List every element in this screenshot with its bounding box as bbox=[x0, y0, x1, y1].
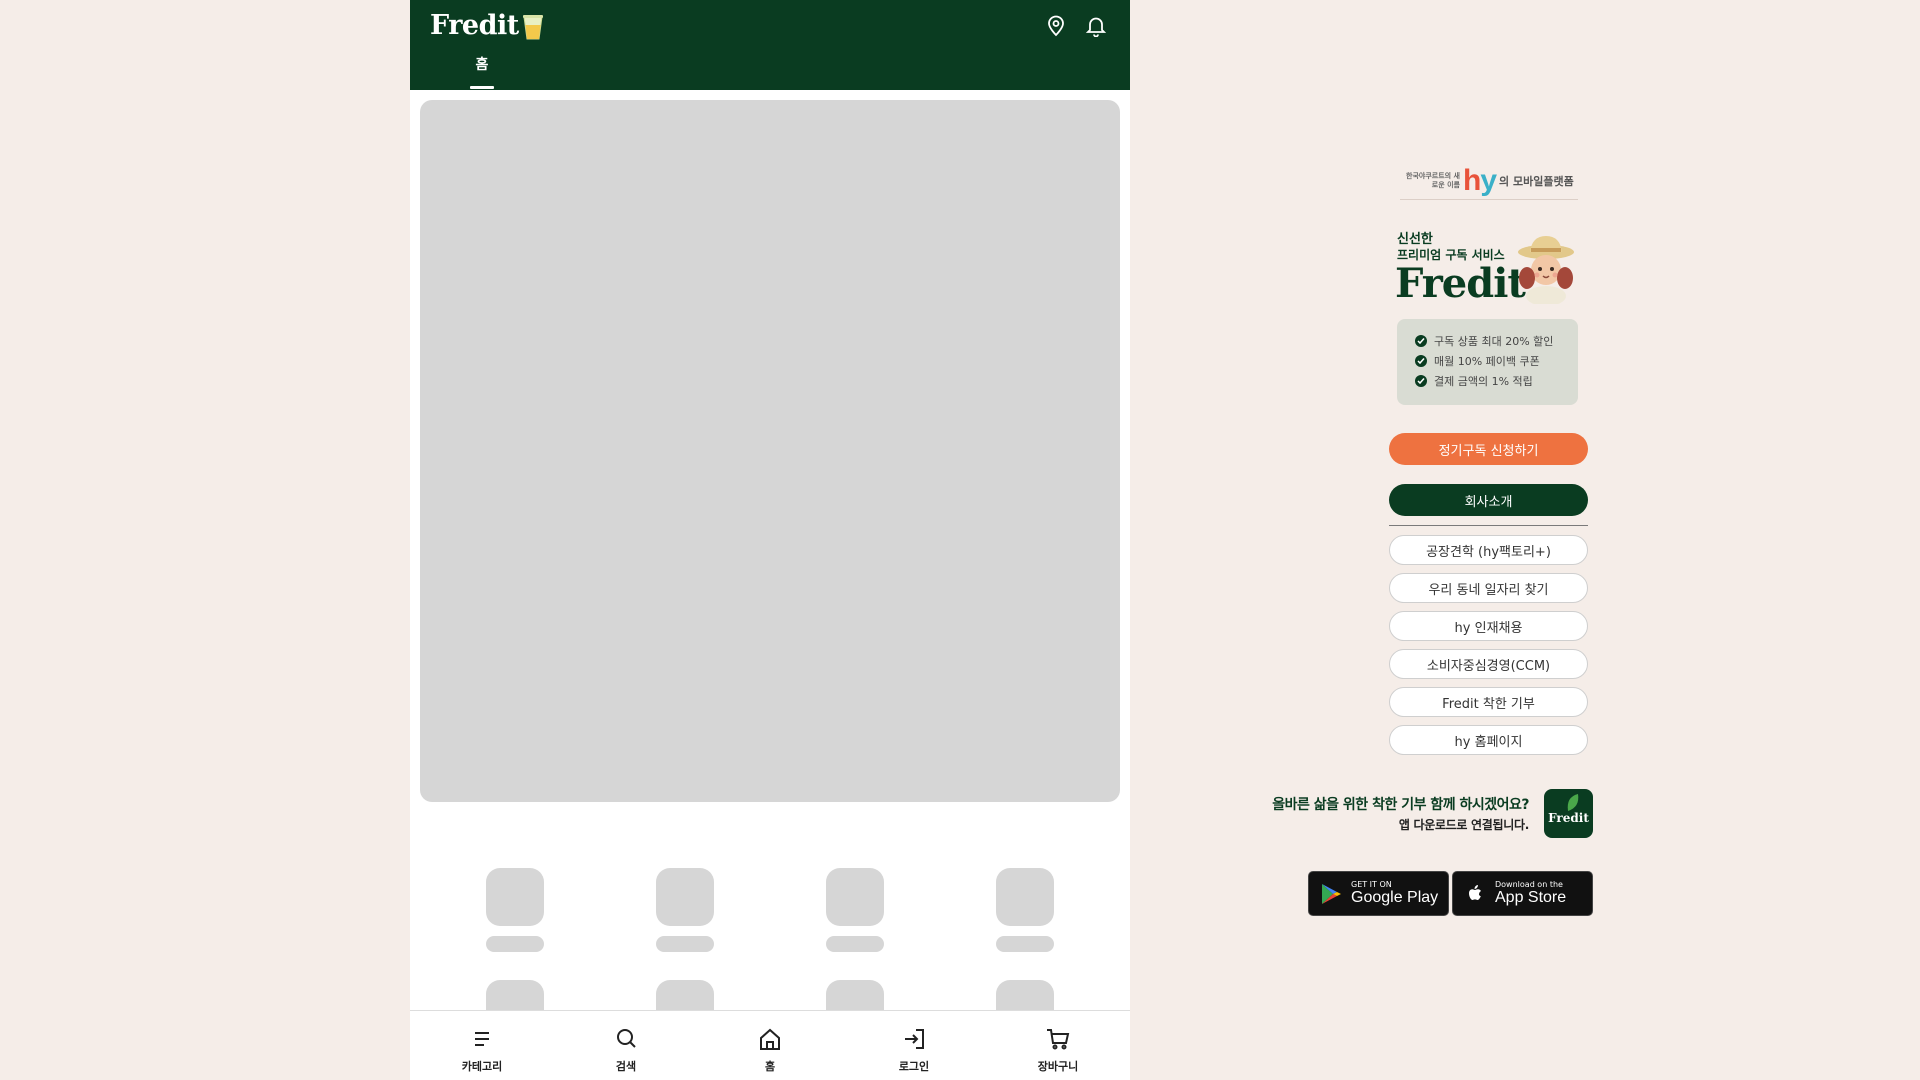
apple-icon bbox=[1463, 882, 1487, 906]
search-icon bbox=[613, 1026, 639, 1056]
mobile-app-frame: Fredit 홈 카테고리 검색 홈 로그인 장바구니 bbox=[410, 0, 1130, 1080]
app-store-text: Download on the App Store bbox=[1495, 880, 1566, 907]
bottom-navigation: 카테고리 검색 홈 로그인 장바구니 bbox=[410, 1010, 1130, 1080]
nav-label: 검색 bbox=[615, 1060, 637, 1073]
hy-logo: hy bbox=[1463, 163, 1497, 197]
hy-tagline: 한국야쿠르트의 새로운 이름 bbox=[1406, 171, 1460, 189]
app-store-big: App Store bbox=[1495, 889, 1567, 906]
logo-text: Fredit bbox=[430, 9, 519, 41]
category-skeleton-label bbox=[826, 936, 884, 952]
category-skeleton-label bbox=[486, 936, 544, 952]
company-intro-button[interactable]: 회사소개 bbox=[1389, 484, 1588, 516]
nav-cart[interactable]: 장바구니 bbox=[986, 1011, 1130, 1080]
divider bbox=[1389, 525, 1588, 526]
benefit-text: 결제 금액의 1% 적립 bbox=[1434, 375, 1533, 388]
app-store-badge[interactable]: Download on the App Store bbox=[1452, 871, 1593, 916]
category-skeleton-icon bbox=[656, 868, 714, 926]
bell-icon[interactable] bbox=[1082, 12, 1110, 40]
hy-platform-banner: 한국야쿠르트의 새로운 이름 hy 의 모바일플랫폼 bbox=[1400, 162, 1578, 200]
check-icon bbox=[1415, 375, 1427, 387]
benefit-item: 구독 상품 최대 20% 할인 bbox=[1415, 331, 1578, 351]
benefit-text: 매월 10% 페이백 쿠폰 bbox=[1434, 355, 1540, 368]
benefits-box: 구독 상품 최대 20% 할인 매월 10% 페이백 쿠폰 결제 금액의 1% … bbox=[1397, 319, 1578, 405]
nav-search[interactable]: 검색 bbox=[554, 1011, 698, 1080]
benefit-item: 매월 10% 페이백 쿠폰 bbox=[1415, 351, 1578, 371]
category-skeleton-label bbox=[656, 936, 714, 952]
recruit-button[interactable]: hy 인재채용 bbox=[1389, 611, 1588, 641]
ccm-button[interactable]: 소비자중심경영(CCM) bbox=[1389, 649, 1588, 679]
subscribe-button[interactable]: 정기구독 신청하기 bbox=[1389, 433, 1588, 465]
active-tab-indicator bbox=[470, 86, 494, 89]
nav-label: 장바구니 bbox=[1037, 1060, 1079, 1073]
nav-label: 카테고리 bbox=[461, 1060, 503, 1073]
donation-headline: 올바른 삶을 위한 착한 기부 함께 하시겠어요? bbox=[1272, 797, 1529, 813]
banner-skeleton bbox=[420, 100, 1120, 802]
fredit-logo[interactable]: Fredit bbox=[430, 6, 544, 44]
nav-category[interactable]: 카테고리 bbox=[410, 1011, 554, 1080]
nav-label: 홈 bbox=[764, 1060, 776, 1073]
factory-tour-button[interactable]: 공장견학 (hy팩토리+) bbox=[1389, 535, 1588, 565]
login-icon bbox=[901, 1026, 927, 1056]
google-play-text: GET IT ON Google Play bbox=[1351, 880, 1438, 907]
hy-homepage-button[interactable]: hy 홈페이지 bbox=[1389, 725, 1588, 755]
check-icon bbox=[1415, 355, 1427, 367]
benefit-item: 결제 금액의 1% 적립 bbox=[1415, 371, 1578, 391]
nav-label: 로그인 bbox=[898, 1060, 930, 1073]
fredit-brand-title: Fredit bbox=[1395, 260, 1526, 307]
menu-icon bbox=[469, 1026, 495, 1056]
home-icon bbox=[757, 1026, 783, 1056]
nav-home[interactable]: 홈 bbox=[698, 1011, 842, 1080]
fresh-text: 신선한 bbox=[1397, 232, 1433, 247]
cart-icon bbox=[1045, 1026, 1071, 1056]
category-skeleton-label bbox=[996, 936, 1054, 952]
app-store-small: Download on the bbox=[1495, 880, 1563, 889]
category-skeleton-icon bbox=[996, 868, 1054, 926]
benefit-text: 구독 상품 최대 20% 할인 bbox=[1434, 335, 1554, 348]
app-header: Fredit 홈 bbox=[410, 0, 1130, 90]
cup-icon bbox=[522, 13, 544, 41]
google-play-badge[interactable]: GET IT ON Google Play bbox=[1308, 871, 1449, 916]
google-play-big: Google Play bbox=[1351, 889, 1439, 906]
mascot-character bbox=[1514, 234, 1578, 306]
google-play-small: GET IT ON bbox=[1351, 880, 1392, 889]
location-icon[interactable] bbox=[1042, 12, 1070, 40]
category-skeleton-icon bbox=[486, 868, 544, 926]
category-skeleton-icon bbox=[826, 868, 884, 926]
check-icon bbox=[1415, 335, 1427, 347]
hy-platform-text: 의 모바일플랫폼 bbox=[1499, 174, 1574, 188]
download-note: 앱 다운로드로 연결됩니다. bbox=[1398, 818, 1529, 832]
donation-button[interactable]: Fredit 착한 기부 bbox=[1389, 687, 1588, 717]
local-jobs-button[interactable]: 우리 동네 일자리 찾기 bbox=[1389, 573, 1588, 603]
google-play-icon bbox=[1319, 882, 1343, 906]
tab-home[interactable]: 홈 bbox=[470, 54, 494, 74]
nav-login[interactable]: 로그인 bbox=[842, 1011, 986, 1080]
fredit-app-icon[interactable]: Fredit bbox=[1544, 789, 1593, 838]
app-icon-label: Fredit bbox=[1548, 811, 1589, 825]
